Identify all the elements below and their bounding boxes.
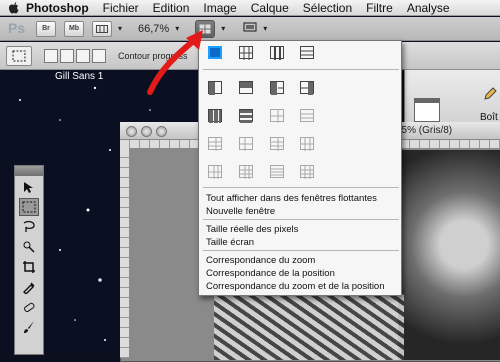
left-ruler (120, 148, 129, 358)
menu-match-zoom-location[interactable]: Correspondance du zoom et de la position (206, 281, 385, 292)
layout-6up-icon[interactable] (270, 137, 284, 151)
layout-3up-stacked-alt-icon[interactable] (300, 81, 314, 95)
pencil-icon[interactable] (482, 86, 498, 102)
menu-separator (203, 69, 399, 70)
layout-6up-grid-icon[interactable] (208, 165, 222, 179)
add-selection-icon[interactable] (60, 48, 74, 63)
zoom-window-icon[interactable] (156, 126, 167, 137)
grid-icon (96, 24, 108, 33)
mini-bridge-button[interactable]: Mb (64, 20, 84, 37)
photoshop-logo: Ps (8, 19, 26, 36)
arrange-documents-icon (199, 24, 211, 33)
layout-6up-grid-alt-icon[interactable] (239, 165, 253, 179)
new-selection-icon[interactable] (44, 48, 58, 63)
arrange-documents-button[interactable] (195, 19, 216, 38)
font-label: Gill Sans 1 (55, 71, 104, 82)
move-tool-icon[interactable] (19, 178, 39, 196)
menu-selection[interactable]: Sélection (303, 1, 352, 15)
layout-tile-all-vertical-icon[interactable] (270, 165, 284, 178)
menu-new-window[interactable]: Nouvelle fenêtre (206, 206, 275, 217)
marquee-tool-icon[interactable] (19, 198, 39, 216)
layout-5up-icon[interactable] (208, 137, 222, 151)
quick-selection-tool-icon[interactable] (19, 238, 39, 256)
menu-actual-pixels[interactable]: Taille réelle des pixels (206, 224, 298, 235)
layout-tile-all-grid-icon[interactable] (300, 165, 314, 179)
menubar: Photoshop Fichier Edition Image Calque S… (0, 0, 500, 16)
crop-tool-icon[interactable] (19, 258, 39, 276)
healing-brush-tool-icon[interactable] (19, 298, 39, 316)
menu-filtre[interactable]: Filtre (366, 1, 393, 15)
menu-fichier[interactable]: Fichier (103, 1, 139, 15)
layout-4up-horizontal-icon[interactable] (239, 109, 253, 123)
layout-2up-vertical-icon[interactable] (208, 81, 222, 95)
eyedropper-tool-icon[interactable] (19, 278, 39, 296)
arrange-documents-dropdown: Tout afficher dans des fenêtres flottant… (198, 40, 402, 296)
menu-separator (203, 250, 399, 251)
menu-app-name[interactable]: Photoshop (26, 1, 89, 15)
menu-separator (203, 187, 399, 188)
extras-button[interactable] (92, 20, 112, 37)
brush-tool-icon[interactable] (19, 318, 39, 336)
menu-fit-on-screen[interactable]: Taille écran (206, 237, 254, 248)
close-window-icon[interactable] (126, 126, 137, 137)
calendar-icon[interactable] (414, 98, 440, 122)
menu-separator (203, 219, 399, 220)
minimize-window-icon[interactable] (141, 126, 152, 137)
menu-image[interactable]: Image (203, 1, 236, 15)
toolbox-header[interactable] (15, 166, 43, 176)
layout-2up-horizontal-alt-icon[interactable] (239, 81, 253, 94)
arrange-chevron-down-icon[interactable]: ▾ (221, 24, 225, 33)
screen-mode-chevron-down-icon[interactable]: ▾ (263, 24, 267, 33)
intersect-selection-icon[interactable] (92, 48, 106, 63)
layout-4up-grid-alt-icon[interactable] (300, 109, 314, 122)
tool-preset-picker[interactable] (6, 45, 32, 66)
zoom-level[interactable]: 66,7% (138, 23, 169, 35)
toolbox (14, 165, 44, 355)
layout-3up-horizontal-icon[interactable] (300, 46, 314, 59)
document-photo[interactable] (398, 150, 500, 360)
menu-calque[interactable]: Calque (251, 1, 289, 15)
apple-menu-icon[interactable] (6, 1, 20, 15)
layout-4up-icon[interactable] (208, 109, 222, 123)
screen-mode-icon[interactable] (243, 21, 257, 36)
document-photo-detail[interactable] (214, 290, 404, 360)
menu-edition[interactable]: Edition (153, 1, 190, 15)
selection-modes (44, 48, 106, 63)
layout-3up-vertical-icon[interactable] (270, 46, 284, 60)
layout-3up-stacked-icon[interactable] (270, 81, 284, 95)
lasso-tool-icon[interactable] (19, 218, 39, 236)
menu-analyse[interactable]: Analyse (407, 1, 450, 15)
menu-match-zoom[interactable]: Correspondance du zoom (206, 255, 315, 266)
layout-6up-alt-icon[interactable] (300, 137, 314, 151)
menu-float-all-windows[interactable]: Tout afficher dans des fenêtres flottant… (206, 193, 377, 204)
application-bar: Ps Br Mb ▾ 66,7% ▾ ▾ ▾ (0, 17, 500, 41)
subtract-selection-icon[interactable] (76, 48, 90, 63)
menu-match-location[interactable]: Correspondance de la position (206, 268, 335, 279)
marquee-icon (12, 50, 26, 61)
zoom-chevron-down-icon[interactable]: ▾ (175, 24, 179, 33)
document-title: 25% (Gris/8) (396, 125, 453, 136)
layout-4up-grid-icon[interactable] (270, 109, 284, 123)
layout-2up-horizontal-icon[interactable] (239, 46, 253, 60)
layout-5up-alt-icon[interactable] (239, 137, 253, 151)
layout-consolidate-all-icon[interactable] (208, 46, 222, 59)
feather-label: Contour progress (118, 50, 188, 61)
bridge-button[interactable]: Br (36, 20, 56, 37)
extras-chevron-down-icon[interactable]: ▾ (118, 24, 122, 33)
